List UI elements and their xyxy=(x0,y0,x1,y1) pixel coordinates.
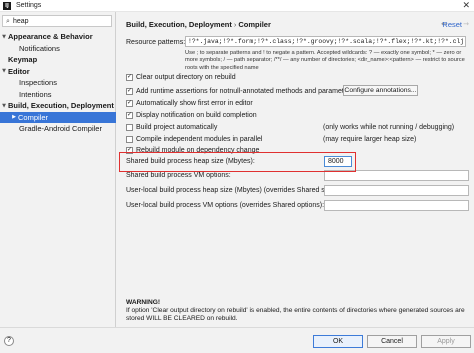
tree-item-keymap[interactable]: Keymap xyxy=(0,54,116,66)
show-first-error-checkbox-row[interactable]: ✓ Automatically show first error in edit… xyxy=(126,98,253,108)
tree-item-gradle-android-compiler[interactable]: Gradle-Android Compiler xyxy=(0,123,116,135)
tree-item-build-execution-deployment[interactable]: ▼ Build, Execution, Deployment xyxy=(0,100,116,112)
checkbox-label: Add runtime assertions for notnull-annot… xyxy=(136,87,354,95)
tree-item-appearance-behavior[interactable]: ▼ Appearance & Behavior xyxy=(0,31,116,43)
checkbox-label: Display notification on build completion xyxy=(136,111,257,119)
checkbox-label: Clear output directory on rebuild xyxy=(136,73,236,81)
tree-item-label: Keymap xyxy=(8,55,38,65)
tree-item-notifications[interactable]: Notifications xyxy=(0,43,116,55)
checkbox-checked-icon[interactable]: ✓ xyxy=(126,87,133,95)
tree-item-label: Gradle-Android Compiler xyxy=(19,124,102,134)
parallel-note: (may require larger heap size) xyxy=(323,136,417,143)
tree-item-label: Intentions xyxy=(19,89,52,99)
clear-output-checkbox-row[interactable]: ✓ Clear output directory on rebuild xyxy=(126,72,236,82)
warning-body: If option 'Clear output directory on reb… xyxy=(126,307,465,322)
settings-sidebar: ⌕ heap ▼ Appearance & Behavior Notificat… xyxy=(0,12,116,327)
expand-arrow-icon[interactable]: ▼ xyxy=(0,68,8,74)
tree-item-inspections[interactable]: Inspections xyxy=(0,77,116,89)
ok-button[interactable]: OK xyxy=(313,335,363,348)
checkbox-checked-icon[interactable]: ✓ xyxy=(126,73,133,81)
build-automatically-checkbox-row[interactable]: Build project automatically xyxy=(126,122,217,132)
search-input[interactable]: ⌕ heap xyxy=(2,15,112,27)
checkbox-unchecked-icon[interactable] xyxy=(126,135,133,143)
settings-tree: ▼ Appearance & Behavior Notifications Ke… xyxy=(0,31,116,135)
parallel-compile-checkbox-row[interactable]: Compile independent modules in parallel xyxy=(126,134,262,144)
resource-patterns-hint: Use ; to separate patterns and ! to nega… xyxy=(185,50,465,71)
expand-arrow-icon[interactable]: ▼ xyxy=(0,34,8,40)
search-value: heap xyxy=(13,17,29,25)
breadcrumb: Build, Execution, Deployment › Compiler xyxy=(126,20,271,29)
search-icon: ⌕ xyxy=(6,16,10,25)
apply-button[interactable]: Apply xyxy=(421,335,471,348)
breadcrumb-parent: Build, Execution, Deployment xyxy=(126,20,232,29)
cancel-button[interactable]: Cancel xyxy=(367,335,417,348)
help-icon[interactable]: ? xyxy=(4,336,14,346)
runtime-assertions-checkbox-row[interactable]: ✓ Add runtime assertions for notnull-ann… xyxy=(126,86,354,96)
shared-vm-options-label: Shared build process VM options: xyxy=(126,172,231,179)
window-title: Settings xyxy=(16,2,42,9)
title-bar: IJ Settings ✕ xyxy=(0,0,474,12)
checkbox-checked-icon[interactable]: ✓ xyxy=(126,111,133,119)
warning-message: WARNING! If option 'Clear output directo… xyxy=(126,299,466,323)
checkbox-checked-icon[interactable]: ✓ xyxy=(126,99,133,107)
checkbox-label: Automatically show first error in editor xyxy=(136,99,253,107)
build-notification-checkbox-row[interactable]: ✓ Display notification on build completi… xyxy=(126,110,257,120)
tree-item-compiler[interactable]: ▶ Compiler xyxy=(0,111,116,123)
resource-patterns-label: Resource patterns: xyxy=(126,39,186,46)
tree-item-intentions[interactable]: Intentions xyxy=(0,89,116,101)
tree-item-label: Build, Execution, Deployment xyxy=(8,101,114,111)
app-icon: IJ xyxy=(3,1,11,10)
tree-item-editor[interactable]: ▼ Editor xyxy=(0,66,116,78)
user-heap-size-label: User-local build process heap size (Mbyt… xyxy=(126,187,339,194)
dialog-footer: ? OK Cancel Apply xyxy=(0,327,474,353)
forward-arrow-icon[interactable]: → xyxy=(463,20,469,28)
tree-item-label: Compiler xyxy=(18,112,49,122)
warning-title: WARNING! xyxy=(126,299,161,306)
user-vm-options-label: User-local build process VM options (ove… xyxy=(126,202,325,209)
build-auto-note: (only works while not running / debuggin… xyxy=(323,124,455,131)
user-heap-size-input[interactable] xyxy=(324,185,469,196)
reset-link[interactable]: Reset xyxy=(442,20,462,29)
checkbox-label: Compile independent modules in parallel xyxy=(136,135,263,143)
expand-arrow-icon[interactable]: ▼ xyxy=(0,103,8,109)
checkbox-label: Build project automatically xyxy=(136,123,218,131)
tree-item-label: Editor xyxy=(8,66,30,76)
breadcrumb-current: Compiler xyxy=(238,20,271,29)
user-vm-options-input[interactable] xyxy=(324,200,469,211)
tree-item-label: Inspections xyxy=(19,78,57,88)
resource-patterns-input[interactable]: !?*.java;!?*.form;!?*.class;!?*.groovy;!… xyxy=(185,36,466,47)
checkbox-unchecked-icon[interactable] xyxy=(126,123,133,131)
tree-item-label: Appearance & Behavior xyxy=(8,32,93,42)
configure-annotations-button[interactable]: Configure annotations... xyxy=(343,85,418,96)
expand-arrow-icon[interactable]: ▶ xyxy=(10,114,18,120)
tree-item-label: Notifications xyxy=(19,43,60,53)
close-window-icon[interactable]: ✕ xyxy=(462,1,470,11)
heap-size-highlight-box xyxy=(119,152,356,172)
breadcrumb-separator: › xyxy=(233,20,237,29)
